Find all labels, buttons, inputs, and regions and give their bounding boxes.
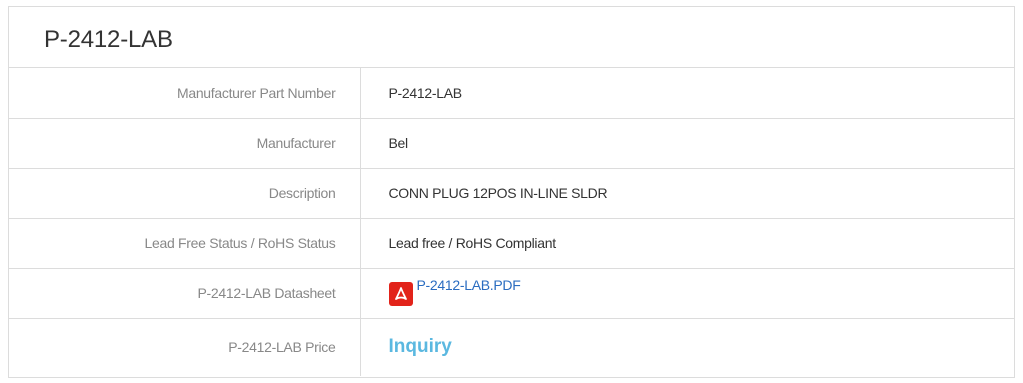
spec-value-manufacturer: Bel xyxy=(360,118,1014,169)
spec-label-datasheet: P-2412-LAB Datasheet xyxy=(9,268,361,319)
datasheet-link[interactable]: P-2412-LAB.PDF xyxy=(417,277,521,293)
table-row: Manufacturer Part Number P-2412-LAB xyxy=(9,68,1014,119)
spec-value-rohs: Lead free / RoHS Compliant xyxy=(360,218,1014,269)
spec-value-price: Inquiry xyxy=(360,318,1014,376)
spec-label-price: P-2412-LAB Price xyxy=(9,318,361,376)
page-title: P-2412-LAB xyxy=(9,7,1014,68)
table-row: Description CONN PLUG 12POS IN-LINE SLDR xyxy=(9,168,1014,219)
spec-label-manufacturer: Manufacturer xyxy=(9,118,361,169)
table-row: Manufacturer Bel xyxy=(9,118,1014,169)
spec-label-rohs: Lead Free Status / RoHS Status xyxy=(9,218,361,269)
spec-value-mpn: P-2412-LAB xyxy=(360,68,1014,119)
spec-label-description: Description xyxy=(9,168,361,219)
spec-value-description: CONN PLUG 12POS IN-LINE SLDR xyxy=(360,168,1014,219)
table-row: P-2412-LAB Price Inquiry xyxy=(9,318,1014,376)
table-row: P-2412-LAB Datasheet P-2412-LAB.PDF xyxy=(9,268,1014,319)
spec-label-mpn: Manufacturer Part Number xyxy=(9,68,361,119)
table-row: Lead Free Status / RoHS Status Lead free… xyxy=(9,218,1014,269)
spec-table: Manufacturer Part Number P-2412-LAB Manu… xyxy=(9,68,1014,376)
pdf-icon[interactable] xyxy=(388,281,413,306)
price-inquiry-link[interactable]: Inquiry xyxy=(389,336,452,357)
spec-value-datasheet: P-2412-LAB.PDF xyxy=(360,268,1014,319)
datasheet-entry: P-2412-LAB.PDF xyxy=(388,277,521,306)
product-spec-panel: P-2412-LAB Manufacturer Part Number P-24… xyxy=(8,6,1015,378)
